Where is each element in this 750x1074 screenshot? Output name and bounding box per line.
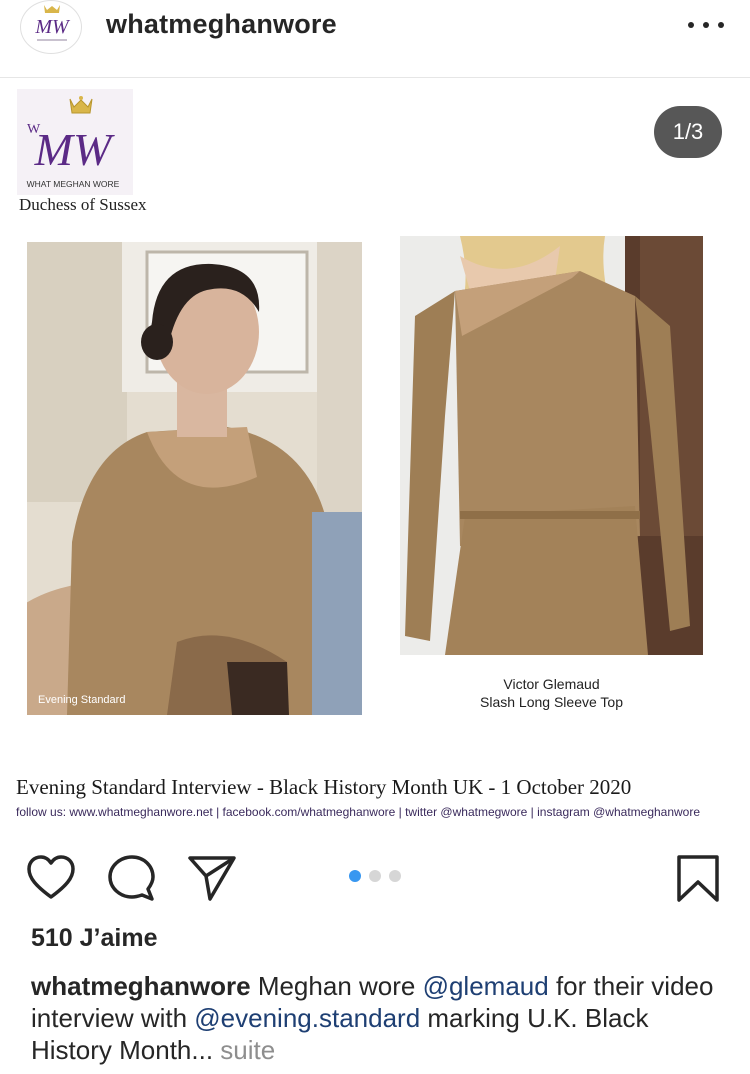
caption-more-link[interactable]: suite [213, 1035, 275, 1065]
follow-links: follow us: www.whatmeghanwore.net | face… [16, 805, 701, 819]
caption-mention[interactable]: @glemaud [423, 971, 549, 1001]
logo-letters: MW [34, 124, 115, 175]
carousel-dot [389, 870, 401, 882]
like-button[interactable] [26, 854, 75, 902]
brand-logo: W MW WHAT MEGHAN WORE [17, 89, 133, 195]
logo-tagline: WHAT MEGHAN WORE [27, 179, 120, 189]
caption-username[interactable]: whatmeghanwore [31, 971, 251, 1001]
heart-icon [27, 855, 75, 899]
save-button[interactable] [676, 854, 724, 902]
product-name: Slash Long Sleeve Top [480, 694, 623, 710]
post-caption: whatmeghanwore Meghan wore @glemaud for … [31, 970, 731, 1066]
post-header: MW whatmeghanwore [0, 0, 750, 78]
more-dot-icon [703, 22, 709, 28]
avatar-logo-text: MW [34, 16, 71, 38]
more-options-button[interactable] [688, 14, 724, 36]
comment-icon [108, 855, 155, 901]
more-dot-icon [688, 22, 694, 28]
carousel-indicator [349, 870, 401, 882]
share-button[interactable] [187, 854, 236, 902]
post-username[interactable]: whatmeghanwore [106, 9, 337, 40]
brand-subtitle: Duchess of Sussex [19, 195, 147, 214]
caption-text: Meghan wore [250, 971, 423, 1001]
bookmark-icon [677, 855, 719, 902]
photo-meghan: Evening Standard [27, 242, 362, 715]
product-caption: Victor Glemaud Slash Long Sleeve Top [400, 675, 703, 711]
post-actions [0, 840, 750, 910]
event-title: Evening Standard Interview - Black Histo… [16, 775, 632, 799]
carousel-dot [369, 870, 381, 882]
more-dot-icon [718, 22, 724, 28]
comment-button[interactable] [107, 854, 155, 902]
photo-credit: Evening Standard [38, 694, 126, 706]
carousel-dot [349, 870, 361, 882]
caption-mention[interactable]: @evening.standard [194, 1003, 420, 1033]
profile-avatar[interactable]: MW [20, 0, 82, 54]
product-brand: Victor Glemaud [503, 676, 600, 692]
post-image[interactable]: W MW WHAT MEGHAN WORE Duchess of Sussex … [0, 79, 750, 834]
carousel-counter: 1/3 [654, 106, 722, 158]
likes-count[interactable]: 510 J’aime [31, 924, 158, 953]
paper-plane-icon [188, 856, 236, 901]
photo-product [400, 236, 703, 655]
